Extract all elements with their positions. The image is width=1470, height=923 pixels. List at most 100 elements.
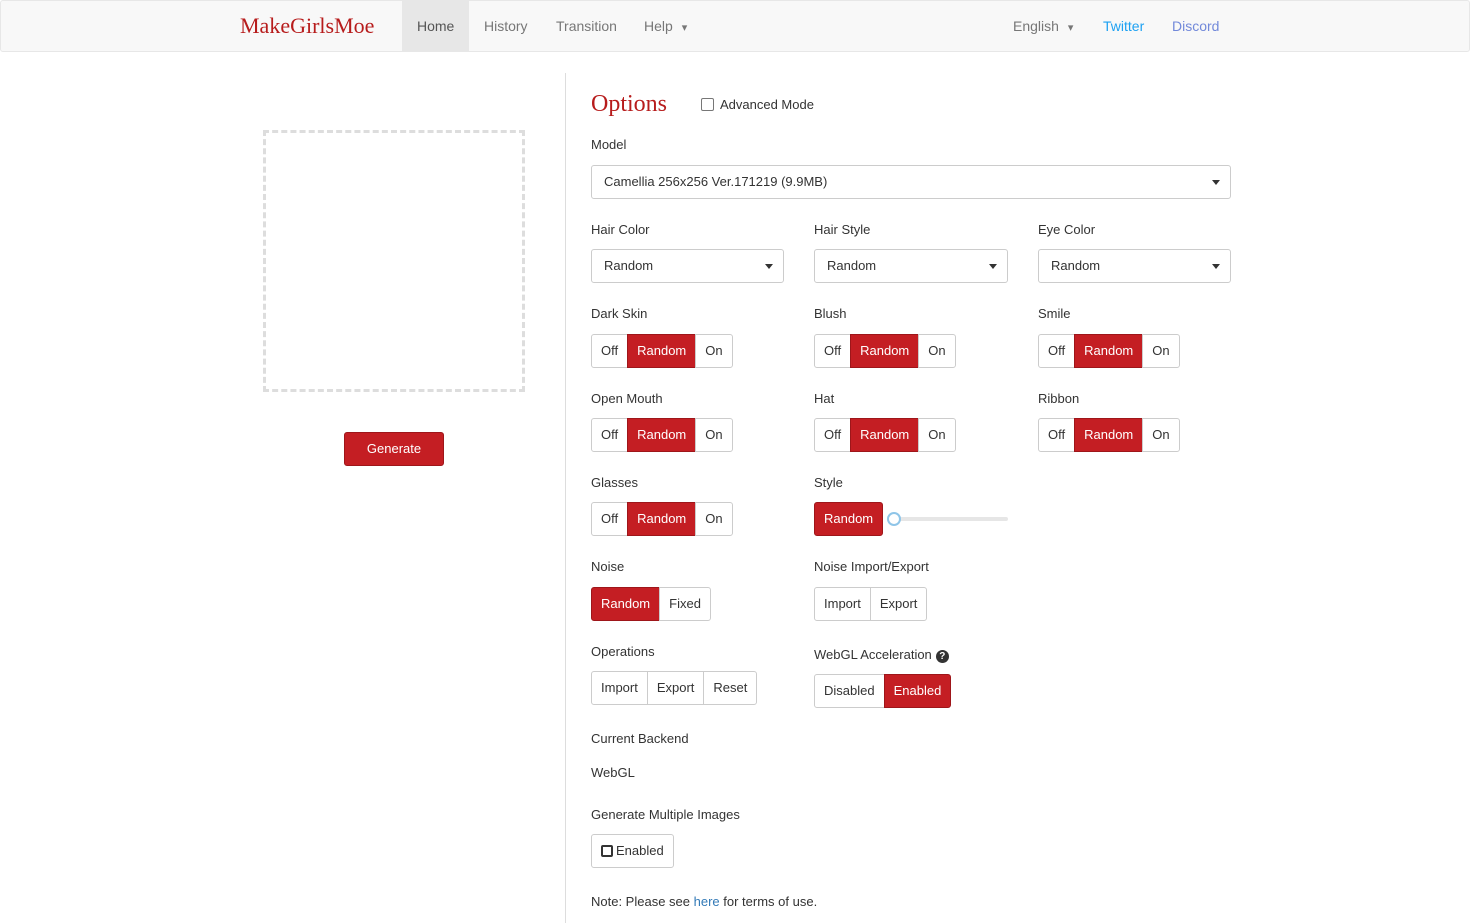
hat-toggle: Off Random On	[814, 418, 956, 452]
dark-skin-label: Dark Skin	[591, 306, 648, 321]
model-select[interactable]: Camellia 256x256 Ver.171219 (9.9MB)	[591, 165, 1231, 199]
noise-fixed-button[interactable]: Fixed	[659, 587, 711, 621]
operations-export-button[interactable]: Export	[646, 671, 705, 705]
hair-color-label: Hair Color	[591, 222, 650, 237]
terms-note-prefix: Note: Please see	[591, 894, 694, 909]
blush-label: Blush	[814, 306, 847, 321]
open-mouth-off-button[interactable]: Off	[591, 418, 629, 452]
dark-skin-off-button[interactable]: Off	[591, 334, 629, 368]
model-select-value: Camellia 256x256 Ver.171219 (9.9MB)	[604, 174, 828, 189]
advanced-mode-label: Advanced Mode	[720, 97, 814, 112]
ribbon-toggle: Off Random On	[1038, 418, 1180, 452]
generated-image-placeholder	[263, 130, 525, 392]
noise-toggle: Random Fixed	[591, 587, 711, 621]
noise-random-button[interactable]: Random	[591, 587, 661, 621]
caret-down-icon	[989, 264, 997, 269]
brand-logo[interactable]: MakeGirlsMoe	[240, 13, 374, 39]
hair-style-select[interactable]: Random	[814, 249, 1008, 283]
blush-random-button[interactable]: Random	[850, 334, 920, 368]
smile-off-button[interactable]: Off	[1038, 334, 1076, 368]
hair-color-value: Random	[604, 258, 654, 273]
webgl-toggle: Disabled Enabled	[814, 674, 952, 708]
multiple-images-label: Generate Multiple Images	[591, 807, 740, 822]
noise-export-button[interactable]: Export	[869, 587, 928, 621]
help-icon[interactable]: ?	[935, 650, 949, 663]
glasses-random-button[interactable]: Random	[627, 502, 697, 536]
ribbon-on-button[interactable]: On	[1142, 418, 1180, 452]
options-title: Options	[591, 91, 668, 117]
generate-button[interactable]: Generate	[344, 432, 444, 466]
open-mouth-on-button[interactable]: On	[695, 418, 733, 452]
caret-down-icon	[765, 264, 773, 269]
chevron-down-icon: ▾	[681, 22, 688, 34]
noise-io-label: Noise Import/Export	[814, 559, 929, 574]
style-random-button[interactable]: Random	[814, 502, 884, 536]
glasses-on-button[interactable]: On	[695, 502, 733, 536]
nav-home[interactable]: Home	[402, 1, 469, 51]
webgl-label: WebGL Acceleration	[814, 647, 932, 662]
style-label: Style	[814, 475, 843, 490]
panel-divider	[565, 73, 566, 923]
webgl-enabled-button[interactable]: Enabled	[883, 674, 952, 708]
dark-skin-on-button[interactable]: On	[695, 334, 733, 368]
noise-import-button[interactable]: Import	[814, 587, 871, 621]
glasses-label: Glasses	[591, 475, 638, 490]
hat-random-button[interactable]: Random	[850, 418, 920, 452]
hair-style-label: Hair Style	[814, 222, 871, 237]
advanced-mode-toggle[interactable]: Advanced Mode	[701, 97, 814, 112]
ribbon-random-button[interactable]: Random	[1074, 418, 1144, 452]
operations-label: Operations	[591, 644, 655, 659]
terms-link[interactable]: here	[694, 894, 720, 909]
advanced-mode-checkbox[interactable]	[701, 98, 714, 111]
nav-transition[interactable]: Transition	[541, 1, 632, 51]
language-dropdown[interactable]: English ▾	[998, 1, 1088, 51]
eye-color-value: Random	[1051, 258, 1101, 273]
chevron-down-icon: ▾	[1067, 22, 1074, 34]
current-backend-value: WebGL	[591, 765, 635, 780]
open-mouth-label: Open Mouth	[591, 391, 663, 406]
discord-link[interactable]: Discord	[1172, 1, 1219, 51]
terms-note-suffix: for terms of use.	[719, 894, 818, 909]
operations-import-button[interactable]: Import	[591, 671, 648, 705]
hat-off-button[interactable]: Off	[814, 418, 852, 452]
model-label: Model	[591, 137, 627, 152]
language-label: English	[1013, 18, 1059, 34]
hat-label: Hat	[814, 391, 835, 406]
blush-off-button[interactable]: Off	[814, 334, 852, 368]
twitter-link[interactable]: Twitter	[1103, 1, 1144, 51]
multiple-images-checkbox[interactable]	[601, 845, 613, 857]
ribbon-off-button[interactable]: Off	[1038, 418, 1076, 452]
smile-label: Smile	[1038, 306, 1071, 321]
noise-label: Noise	[591, 559, 625, 574]
nav-history[interactable]: History	[469, 1, 543, 51]
hat-on-button[interactable]: On	[918, 418, 956, 452]
webgl-label-row: WebGL Acceleration?	[814, 647, 949, 663]
smile-random-button[interactable]: Random	[1074, 334, 1144, 368]
multiple-images-enabled-label: Enabled	[616, 843, 664, 858]
style-toggle: Random	[814, 502, 884, 536]
hair-color-select[interactable]: Random	[591, 249, 784, 283]
eye-color-label: Eye Color	[1038, 222, 1096, 237]
caret-down-icon	[1212, 180, 1220, 185]
smile-on-button[interactable]: On	[1142, 334, 1180, 368]
current-backend-label: Current Backend	[591, 731, 689, 746]
ribbon-label: Ribbon	[1038, 391, 1080, 406]
navbar: MakeGirlsMoe Home History Transition Hel…	[0, 0, 1470, 52]
eye-color-select[interactable]: Random	[1038, 249, 1231, 283]
webgl-disabled-button[interactable]: Disabled	[814, 674, 885, 708]
glasses-off-button[interactable]: Off	[591, 502, 629, 536]
glasses-toggle: Off Random On	[591, 502, 733, 536]
nav-help[interactable]: Help ▾	[629, 1, 702, 51]
dark-skin-random-button[interactable]: Random	[627, 334, 697, 368]
terms-note: Note: Please see here for terms of use.	[591, 894, 817, 909]
smile-toggle: Off Random On	[1038, 334, 1180, 368]
operations-reset-button[interactable]: Reset	[703, 671, 758, 705]
style-slider-handle[interactable]	[887, 512, 901, 526]
blush-on-button[interactable]: On	[918, 334, 956, 368]
style-slider-track[interactable]	[894, 517, 1008, 521]
multiple-images-toggle[interactable]: Enabled	[591, 834, 674, 868]
hair-style-value: Random	[827, 258, 877, 273]
operations-group: Import Export Reset	[591, 671, 758, 705]
open-mouth-random-button[interactable]: Random	[627, 418, 697, 452]
noise-io-group: Import Export	[814, 587, 928, 621]
